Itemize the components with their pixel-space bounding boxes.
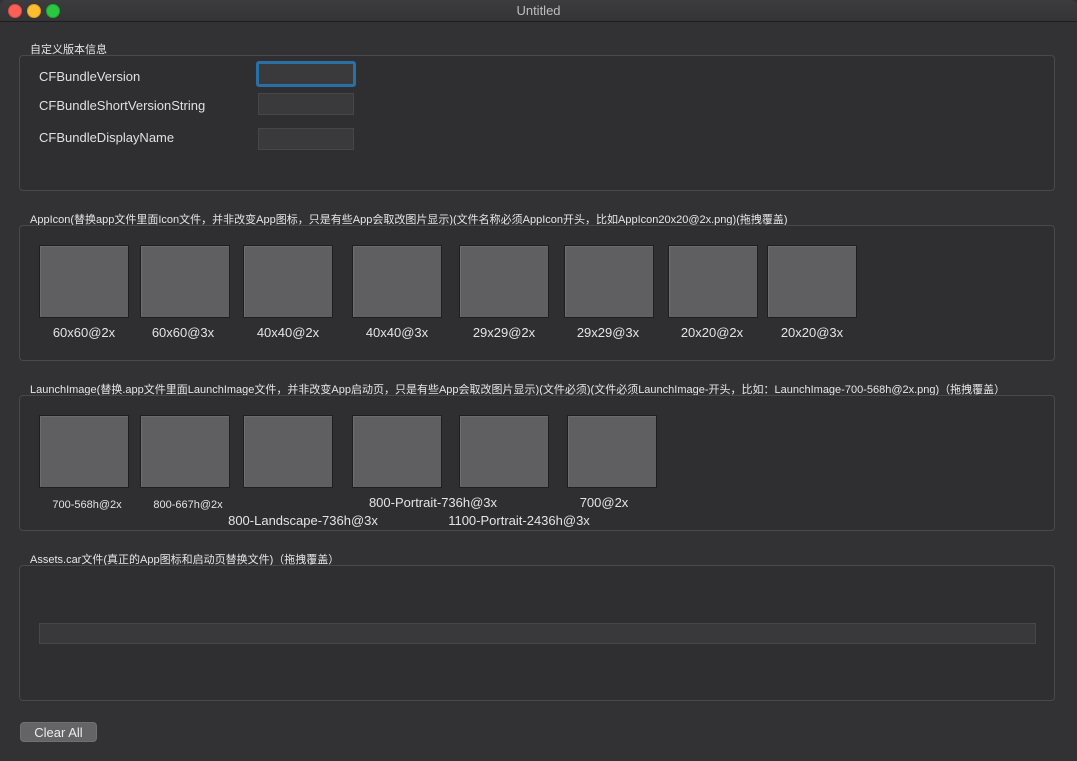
launchimage-size-label: 800-Landscape-736h@3x (228, 513, 378, 528)
cfbundledisplayname-label: CFBundleDisplayName (39, 130, 175, 145)
launchimage-size-label: 800-Portrait-736h@3x (368, 495, 498, 510)
launchimage-drop-well[interactable] (140, 415, 230, 488)
cfbundleversion-label: CFBundleVersion (39, 69, 141, 84)
appicon-size-label: 20x20@2x (680, 325, 744, 340)
appicon-drop-well[interactable] (243, 245, 333, 318)
assets-car-drop-field[interactable] (39, 623, 1036, 644)
cfbundleversion-input[interactable] (256, 61, 356, 87)
app-window: Untitled 自定义版本信息 CFBundleVersion CFBundl… (0, 0, 1077, 761)
launchimage-drop-well[interactable] (352, 415, 442, 488)
appicon-size-label: 40x40@3x (365, 325, 429, 340)
appicon-drop-well[interactable] (564, 245, 654, 318)
appicon-size-label: 40x40@2x (256, 325, 320, 340)
appicon-size-label: 60x60@2x (52, 325, 116, 340)
appicon-drop-well[interactable] (668, 245, 758, 318)
launchimage-drop-well[interactable] (459, 415, 549, 488)
clear-all-button[interactable]: Clear All (20, 722, 97, 742)
launchimage-drop-well[interactable] (567, 415, 657, 488)
appicon-drop-well[interactable] (39, 245, 129, 318)
title-bar[interactable]: Untitled (0, 0, 1077, 22)
appicon-size-label: 29x29@3x (576, 325, 640, 340)
launchimage-drop-well[interactable] (39, 415, 129, 488)
appicon-drop-well[interactable] (140, 245, 230, 318)
appicon-size-label: 60x60@3x (151, 325, 215, 340)
appicon-drop-well[interactable] (459, 245, 549, 318)
appicon-size-label: 29x29@2x (472, 325, 536, 340)
launchimage-size-label: 700-568h@2x (52, 499, 122, 511)
window-title: Untitled (516, 3, 561, 18)
launchimage-drop-well[interactable] (243, 415, 333, 488)
cfbundleshortversionstring-label: CFBundleShortVersionString (39, 98, 206, 113)
appicon-size-label: 20x20@3x (780, 325, 844, 340)
cfbundledisplayname-input[interactable] (258, 128, 354, 150)
cfbundleshortversionstring-input[interactable] (258, 93, 354, 115)
launchimage-size-label: 800-667h@2x (153, 499, 223, 511)
version-section-box (19, 55, 1055, 191)
launchimage-size-label: 700@2x (579, 495, 629, 510)
launchimage-size-label: 1100-Portrait-2436h@3x (448, 513, 590, 528)
appicon-drop-well[interactable] (767, 245, 857, 318)
appicon-drop-well[interactable] (352, 245, 442, 318)
